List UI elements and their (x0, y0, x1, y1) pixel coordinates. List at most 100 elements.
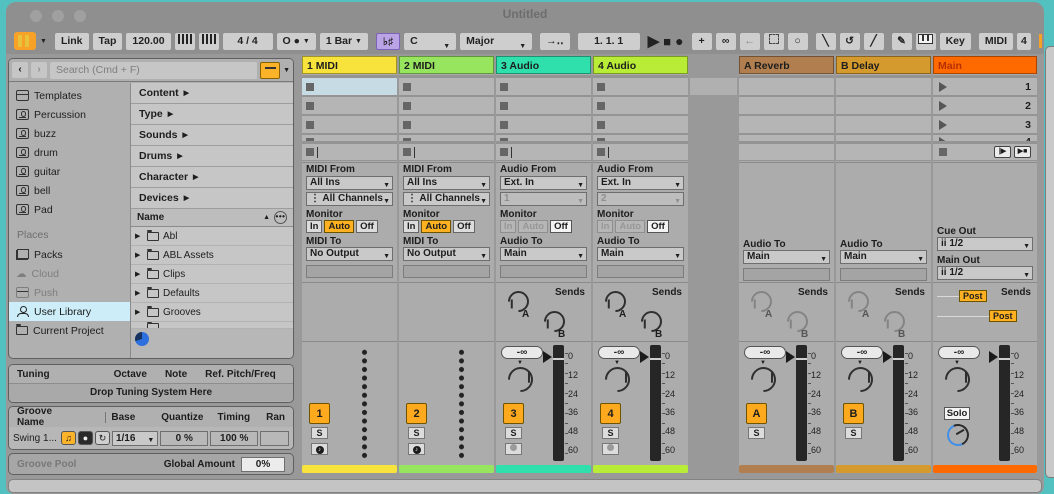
groove-base-select[interactable]: 1/16▼ (112, 431, 158, 446)
sidebar-item-templates[interactable]: Templates (9, 86, 130, 105)
solo-button[interactable]: S (505, 427, 522, 439)
scene-play-icon[interactable] (939, 120, 952, 130)
monitor-auto-button[interactable]: Auto (324, 220, 354, 233)
pan-knob[interactable] (746, 362, 781, 397)
expand-arrow-icon[interactable]: ▶ (135, 270, 143, 278)
volume-field[interactable]: -∞ (501, 346, 543, 359)
record-button[interactable]: ● (675, 33, 683, 49)
follow-actions-button[interactable]: |▶ (994, 146, 1011, 158)
arm-button[interactable] (602, 443, 619, 455)
groove-preview-icon[interactable]: ♫ (61, 431, 76, 445)
track-activator-button[interactable]: 4 (600, 403, 621, 424)
fade-in-icon[interactable]: ╲ (816, 33, 836, 50)
global-amount-value[interactable]: 0% (241, 457, 285, 472)
clip-stop-icon[interactable] (500, 121, 508, 129)
groove-timing-value[interactable]: 100 % (210, 431, 258, 446)
back-arrow-icon[interactable]: ‹ (12, 62, 28, 78)
folder-row-grooves[interactable]: ▶Grooves (131, 303, 293, 322)
input-type-select[interactable]: Ext. In▼ (597, 176, 684, 190)
output-select[interactable]: No Output▼ (306, 247, 393, 261)
track-header[interactable]: 3 Audio (496, 56, 591, 74)
cpu-meter[interactable]: 4 (1017, 33, 1031, 50)
search-input[interactable]: Search (Cmd + F) (50, 62, 257, 79)
pan-knob[interactable] (843, 362, 878, 397)
level-meter[interactable] (796, 345, 807, 461)
clip-slot[interactable] (399, 78, 494, 95)
output-channel-box[interactable] (840, 268, 927, 281)
play-button[interactable]: ▶ (648, 32, 660, 50)
main-out-select[interactable]: ii 1/2▼ (937, 266, 1033, 280)
input-channel-select[interactable]: ⋮ All Channels▼ (403, 192, 490, 206)
level-meter[interactable] (999, 345, 1010, 461)
clip-stop-icon[interactable] (500, 102, 508, 110)
clip-slot[interactable] (399, 97, 494, 114)
tempo-field[interactable]: 120.00 (126, 33, 170, 50)
scene-row-partial[interactable]: 4 (933, 135, 1037, 141)
clip-stop-icon[interactable] (403, 121, 411, 129)
nudge-down-button[interactable] (175, 33, 195, 50)
midi-map-button[interactable]: MIDI (979, 33, 1013, 50)
send-b-post-button[interactable]: Post (989, 310, 1017, 322)
solo-button[interactable]: S (311, 427, 328, 439)
clip-stop-icon[interactable] (597, 102, 605, 110)
re-enable-automation-button[interactable]: ↺ (840, 33, 860, 50)
clip-stop-icon[interactable] (500, 148, 508, 156)
filter-character[interactable]: Character▶ (131, 167, 293, 187)
input-type-select[interactable]: All Ins▼ (306, 176, 393, 190)
output-channel-box[interactable] (743, 268, 830, 281)
follow-button[interactable]: →‥ (540, 33, 570, 50)
monitor-in-button[interactable]: In (403, 220, 419, 233)
minimize-window-icon[interactable] (52, 10, 64, 22)
clip-stop-icon[interactable] (306, 148, 314, 156)
pan-knob[interactable] (940, 362, 975, 397)
clip-stop-row[interactable] (302, 144, 397, 160)
cue-out-select[interactable]: ii 1/2▼ (937, 237, 1033, 251)
expand-arrow-icon[interactable]: ▶ (135, 251, 143, 259)
clip-slot-partial[interactable] (399, 135, 494, 141)
filter-content[interactable]: Content▶ (131, 83, 293, 103)
output-select[interactable]: Main▼ (840, 250, 927, 264)
track-activator-button[interactable]: 3 (503, 403, 524, 424)
fade-out-icon[interactable]: ╱ (864, 33, 884, 50)
groove-row-name[interactable]: Swing 1... (13, 433, 59, 444)
forward-arrow-icon[interactable]: › (31, 62, 47, 78)
scene-row[interactable]: 3 (933, 116, 1037, 133)
sidebar-item-percussion[interactable]: Percussion (9, 105, 130, 124)
clip-slot-partial[interactable] (302, 135, 397, 141)
track-activator-button[interactable]: 2 (406, 403, 427, 424)
metronome-button[interactable]: O ● ▼ (277, 33, 316, 50)
monitor-off-button[interactable]: Off (356, 220, 378, 233)
input-channel-select[interactable]: 1▼ (500, 192, 587, 206)
scene-row[interactable]: 1 (933, 78, 1037, 95)
return-activator-button[interactable]: B (843, 403, 864, 424)
main-track-header[interactable]: Main (933, 56, 1037, 74)
track-header[interactable]: 1 MIDI (302, 56, 397, 74)
options-ellipsis-icon[interactable]: ••• (274, 211, 287, 224)
clip-slot[interactable] (302, 97, 397, 114)
output-channel-box[interactable] (306, 265, 393, 278)
track-activator-button[interactable]: 1 (309, 403, 330, 424)
sidebar-item-packs[interactable]: Packs (9, 245, 130, 264)
expand-arrow-icon[interactable]: ▶ (135, 308, 143, 316)
solo-button[interactable]: S (845, 427, 862, 439)
logo-caret-icon[interactable]: ▼ (40, 38, 47, 45)
clip-stop-icon[interactable] (306, 102, 314, 110)
clip-stop-icon[interactable] (403, 102, 411, 110)
output-channel-box[interactable] (403, 265, 490, 278)
folder-row-defaults[interactable]: ▶Defaults (131, 284, 293, 303)
clip-slot-selected[interactable] (302, 78, 397, 95)
sidebar-item-cloud[interactable]: ☁Cloud (9, 264, 130, 283)
track-header[interactable]: 4 Audio (593, 56, 688, 74)
scene-play-icon[interactable] (939, 82, 952, 92)
filter-type[interactable]: Type▶ (131, 104, 293, 124)
output-select[interactable]: Main▼ (743, 250, 830, 264)
folder-row-abl-assets[interactable]: ▶ABL Assets (131, 246, 293, 265)
tuning-drop-zone[interactable]: Drop Tuning System Here (9, 383, 293, 401)
output-select[interactable]: Main▼ (597, 247, 684, 261)
arm-button[interactable] (505, 443, 522, 455)
send-a-post-button[interactable]: Post (959, 290, 987, 302)
arm-button[interactable]: ♪ (408, 443, 425, 455)
expand-arrow-icon[interactable]: ▶ (135, 232, 143, 240)
volume-field[interactable]: -∞ (744, 346, 786, 359)
scene-play-icon[interactable] (939, 101, 952, 111)
